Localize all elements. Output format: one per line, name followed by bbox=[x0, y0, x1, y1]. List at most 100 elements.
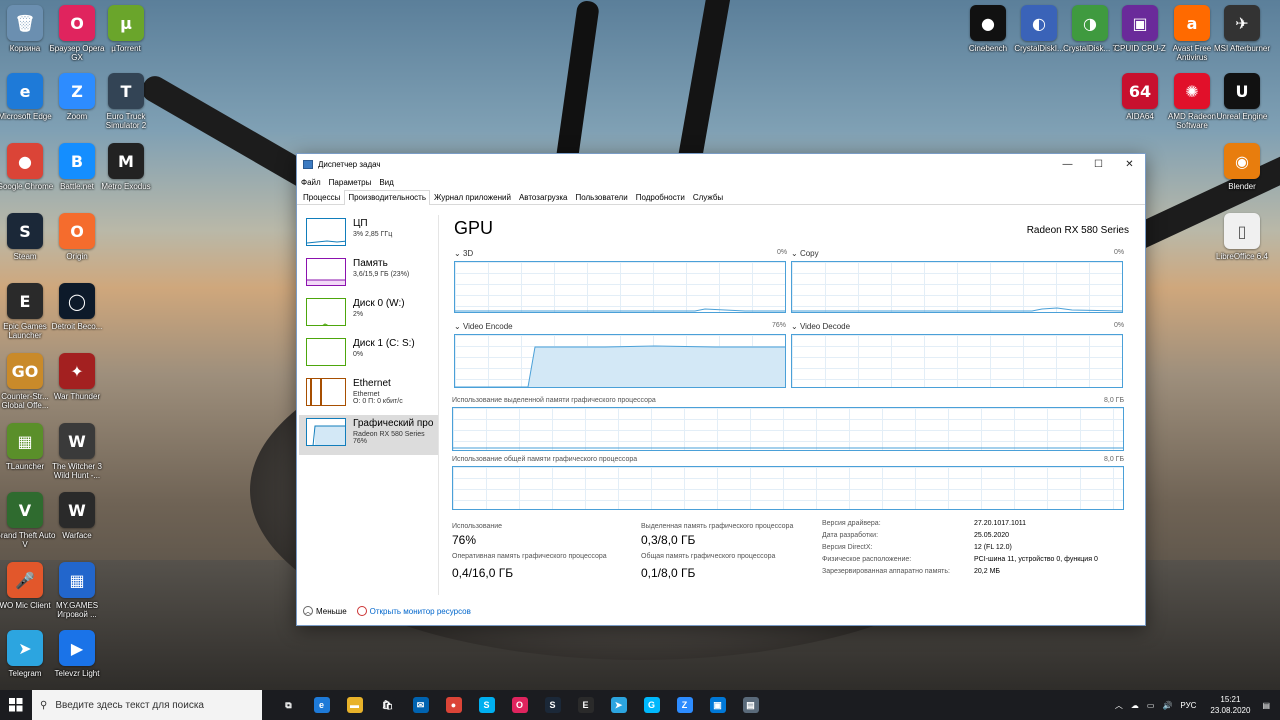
desktop-shortcut-label: War Thunder bbox=[53, 392, 101, 401]
directx-version-label: Версия DirectX: bbox=[822, 544, 873, 551]
dedicated-memory-graph-max: 8,0 ГБ bbox=[1104, 397, 1125, 404]
disk1-thumbnail bbox=[306, 338, 346, 366]
clock[interactable]: 15:21 23.08.2020 bbox=[1202, 694, 1258, 716]
taskbar-app-button[interactable]: ▤ bbox=[734, 690, 767, 720]
title-bar[interactable]: Диспетчер задач — ☐ ✕ bbox=[297, 154, 1145, 174]
sidebar-item-gpu[interactable]: Графический про Radeon RX 580 Series 76% bbox=[299, 415, 438, 455]
menu-options[interactable]: Параметры bbox=[329, 178, 372, 187]
desktop-shortcut-label: Origin bbox=[66, 252, 88, 261]
taskbar-app-button[interactable]: ● bbox=[437, 690, 470, 720]
desktop-shortcut[interactable]: ▦ MY.GAMES Игровой ... bbox=[45, 562, 109, 619]
crystaldiskinfo-icon: ◐ bbox=[1021, 5, 1057, 41]
start-button[interactable] bbox=[0, 690, 32, 720]
tab-services[interactable]: Службы bbox=[689, 190, 727, 204]
menu-file[interactable]: Файл bbox=[301, 178, 321, 187]
tab-performance[interactable]: Производительность bbox=[344, 190, 430, 205]
desktop-shortcut-label: Blender bbox=[1228, 182, 1256, 191]
volume-icon[interactable]: 🔊 bbox=[1162, 701, 1172, 710]
detroit-icon: ◯ bbox=[59, 283, 95, 319]
sidebar-item-cpu[interactable]: ЦП 3% 2,85 ГГц bbox=[299, 215, 438, 255]
logitech-icon: G bbox=[643, 697, 660, 713]
telegram-icon: ➤ bbox=[7, 630, 43, 666]
sidebar-item-detail: 76% bbox=[353, 438, 368, 445]
maximize-button[interactable]: ☐ bbox=[1083, 154, 1114, 174]
unreal-icon: U bbox=[1224, 73, 1260, 109]
engine-label-video-decode[interactable]: ⌄ Video Decode bbox=[791, 322, 850, 331]
taskbar-app-button[interactable]: E bbox=[569, 690, 602, 720]
desktop-shortcut[interactable]: ✦ War Thunder bbox=[45, 353, 109, 401]
network-icon[interactable]: ▭ bbox=[1147, 701, 1155, 710]
sidebar-item-title: Память bbox=[353, 258, 388, 269]
taskbar-app-button[interactable]: ⧉ bbox=[272, 690, 305, 720]
close-button[interactable]: ✕ bbox=[1114, 154, 1145, 174]
csgo-icon: GO bbox=[7, 353, 43, 389]
chrome-icon: ● bbox=[445, 697, 462, 713]
taskbar-app-button[interactable]: ✉ bbox=[404, 690, 437, 720]
sidebar-item-disk1[interactable]: Диск 1 (C: S:) 0% bbox=[299, 335, 438, 375]
usage-label: Использование bbox=[452, 523, 503, 530]
desktop-shortcut[interactable]: ◯ Detroit Beco... bbox=[45, 283, 109, 331]
taskbar-app-button[interactable]: S bbox=[536, 690, 569, 720]
engine-label-3d[interactable]: ⌄ 3D bbox=[454, 249, 473, 258]
driver-version-label: Версия драйвера: bbox=[822, 520, 881, 527]
taskbar-app-button[interactable]: ▣ bbox=[701, 690, 734, 720]
sidebar-item-memory[interactable]: Память 3,6/15,9 ГБ (23%) bbox=[299, 255, 438, 295]
desktop-shortcut[interactable]: W The Witcher 3 Wild Hunt -... bbox=[45, 423, 109, 480]
desktop-shortcut[interactable]: U Unreal Engine bbox=[1210, 73, 1274, 121]
sidebar-item-ethernet[interactable]: Ethernet Ethernet О: 0 П: 0 кбит/с bbox=[299, 375, 438, 415]
taskbar: ⚲ Введите здесь текст для поиска ⧉ e ▬ 🛍 ✉ ● S… bbox=[0, 690, 1280, 720]
taskbar-app-button[interactable]: O bbox=[503, 690, 536, 720]
tab-users[interactable]: Пользователи bbox=[571, 190, 631, 204]
resource-monitor-link[interactable]: Открыть монитор ресурсов bbox=[356, 606, 471, 616]
minimize-button[interactable]: — bbox=[1052, 154, 1083, 174]
taskbar-app-button[interactable]: ▬ bbox=[338, 690, 371, 720]
resource-monitor-label: Открыть монитор ресурсов bbox=[369, 606, 471, 616]
taskbar-app-button[interactable]: G bbox=[635, 690, 668, 720]
engine-name: 3D bbox=[462, 249, 474, 258]
language-indicator[interactable]: РУС bbox=[1180, 701, 1196, 710]
chevron-up-icon[interactable]: ︿ bbox=[1115, 700, 1123, 711]
desktop-shortcut[interactable]: ◉ Blender bbox=[1210, 143, 1274, 191]
cinebench-icon: ● bbox=[970, 5, 1006, 41]
chrome-icon: ● bbox=[7, 143, 43, 179]
war-thunder-icon: ✦ bbox=[59, 353, 95, 389]
avast-icon: a bbox=[1174, 5, 1210, 41]
tab-details[interactable]: Подробности bbox=[632, 190, 689, 204]
tab-app-history[interactable]: Журнал приложений bbox=[430, 190, 515, 204]
menu-view[interactable]: Вид bbox=[379, 178, 393, 187]
taskbar-app-button[interactable]: e bbox=[305, 690, 338, 720]
desktop-shortcut[interactable]: T Euro Truck Simulator 2 bbox=[94, 73, 158, 130]
shared-memory-label: Общая память графического процессора bbox=[641, 553, 776, 560]
engine-label-copy[interactable]: ⌄ Copy bbox=[791, 249, 819, 258]
taskbar-search[interactable]: ⚲ Введите здесь текст для поиска bbox=[32, 690, 262, 720]
taskbar-apps: ⧉ e ▬ 🛍 ✉ ● S O S E ➤ G Z ▣ ▤ bbox=[272, 690, 767, 720]
driver-date-label: Дата разработки: bbox=[822, 532, 879, 539]
sidebar-item-disk0[interactable]: Диск 0 (W:) 2% bbox=[299, 295, 438, 335]
desktop-shortcut-label: Televzr Light bbox=[54, 669, 100, 678]
desktop-shortcut[interactable]: µ µTorrent bbox=[94, 5, 158, 53]
tab-processes[interactable]: Процессы bbox=[299, 190, 344, 204]
taskbar-app-button[interactable]: 🛍 bbox=[371, 690, 404, 720]
desktop-shortcut-label: MY.GAMES Игровой ... bbox=[55, 601, 99, 619]
engine-label-video-encode[interactable]: ⌄ Video Encode bbox=[454, 322, 513, 331]
epic-games-icon: E bbox=[7, 283, 43, 319]
taskbar-app-button[interactable]: Z bbox=[668, 690, 701, 720]
fewer-details-link[interactable]: Меньше bbox=[316, 607, 347, 616]
performance-pane: ЦП 3% 2,85 ГГц Память 3,6/15,9 ГБ (23%) … bbox=[297, 205, 1145, 597]
sidebar-item-subtitle: Ethernet bbox=[353, 391, 380, 398]
tab-startup[interactable]: Автозагрузка bbox=[515, 190, 572, 204]
desktop-shortcut[interactable]: ✈ MSI Afterburner bbox=[1210, 5, 1274, 53]
onedrive-icon[interactable]: ☁ bbox=[1131, 701, 1139, 710]
utorrent-icon: µ bbox=[108, 5, 144, 41]
desktop-shortcut[interactable]: ▶ Televzr Light bbox=[45, 630, 109, 678]
disk0-thumbnail bbox=[306, 298, 346, 326]
desktop-shortcut[interactable]: O Origin bbox=[45, 213, 109, 261]
taskbar-app-button[interactable]: S bbox=[470, 690, 503, 720]
desktop-shortcut[interactable]: ▯ LibreOffice 6.4 bbox=[1210, 213, 1274, 261]
desktop-shortcut[interactable]: W Warface bbox=[45, 492, 109, 540]
notification-icon[interactable]: ▤ bbox=[1262, 701, 1270, 710]
engine-name: Video Encode bbox=[462, 322, 513, 331]
desktop-shortcut[interactable]: M Metro Exodus bbox=[94, 143, 158, 191]
taskbar-app-button[interactable]: ➤ bbox=[602, 690, 635, 720]
gpu-ram-value: 0,4/16,0 ГБ bbox=[452, 566, 514, 580]
